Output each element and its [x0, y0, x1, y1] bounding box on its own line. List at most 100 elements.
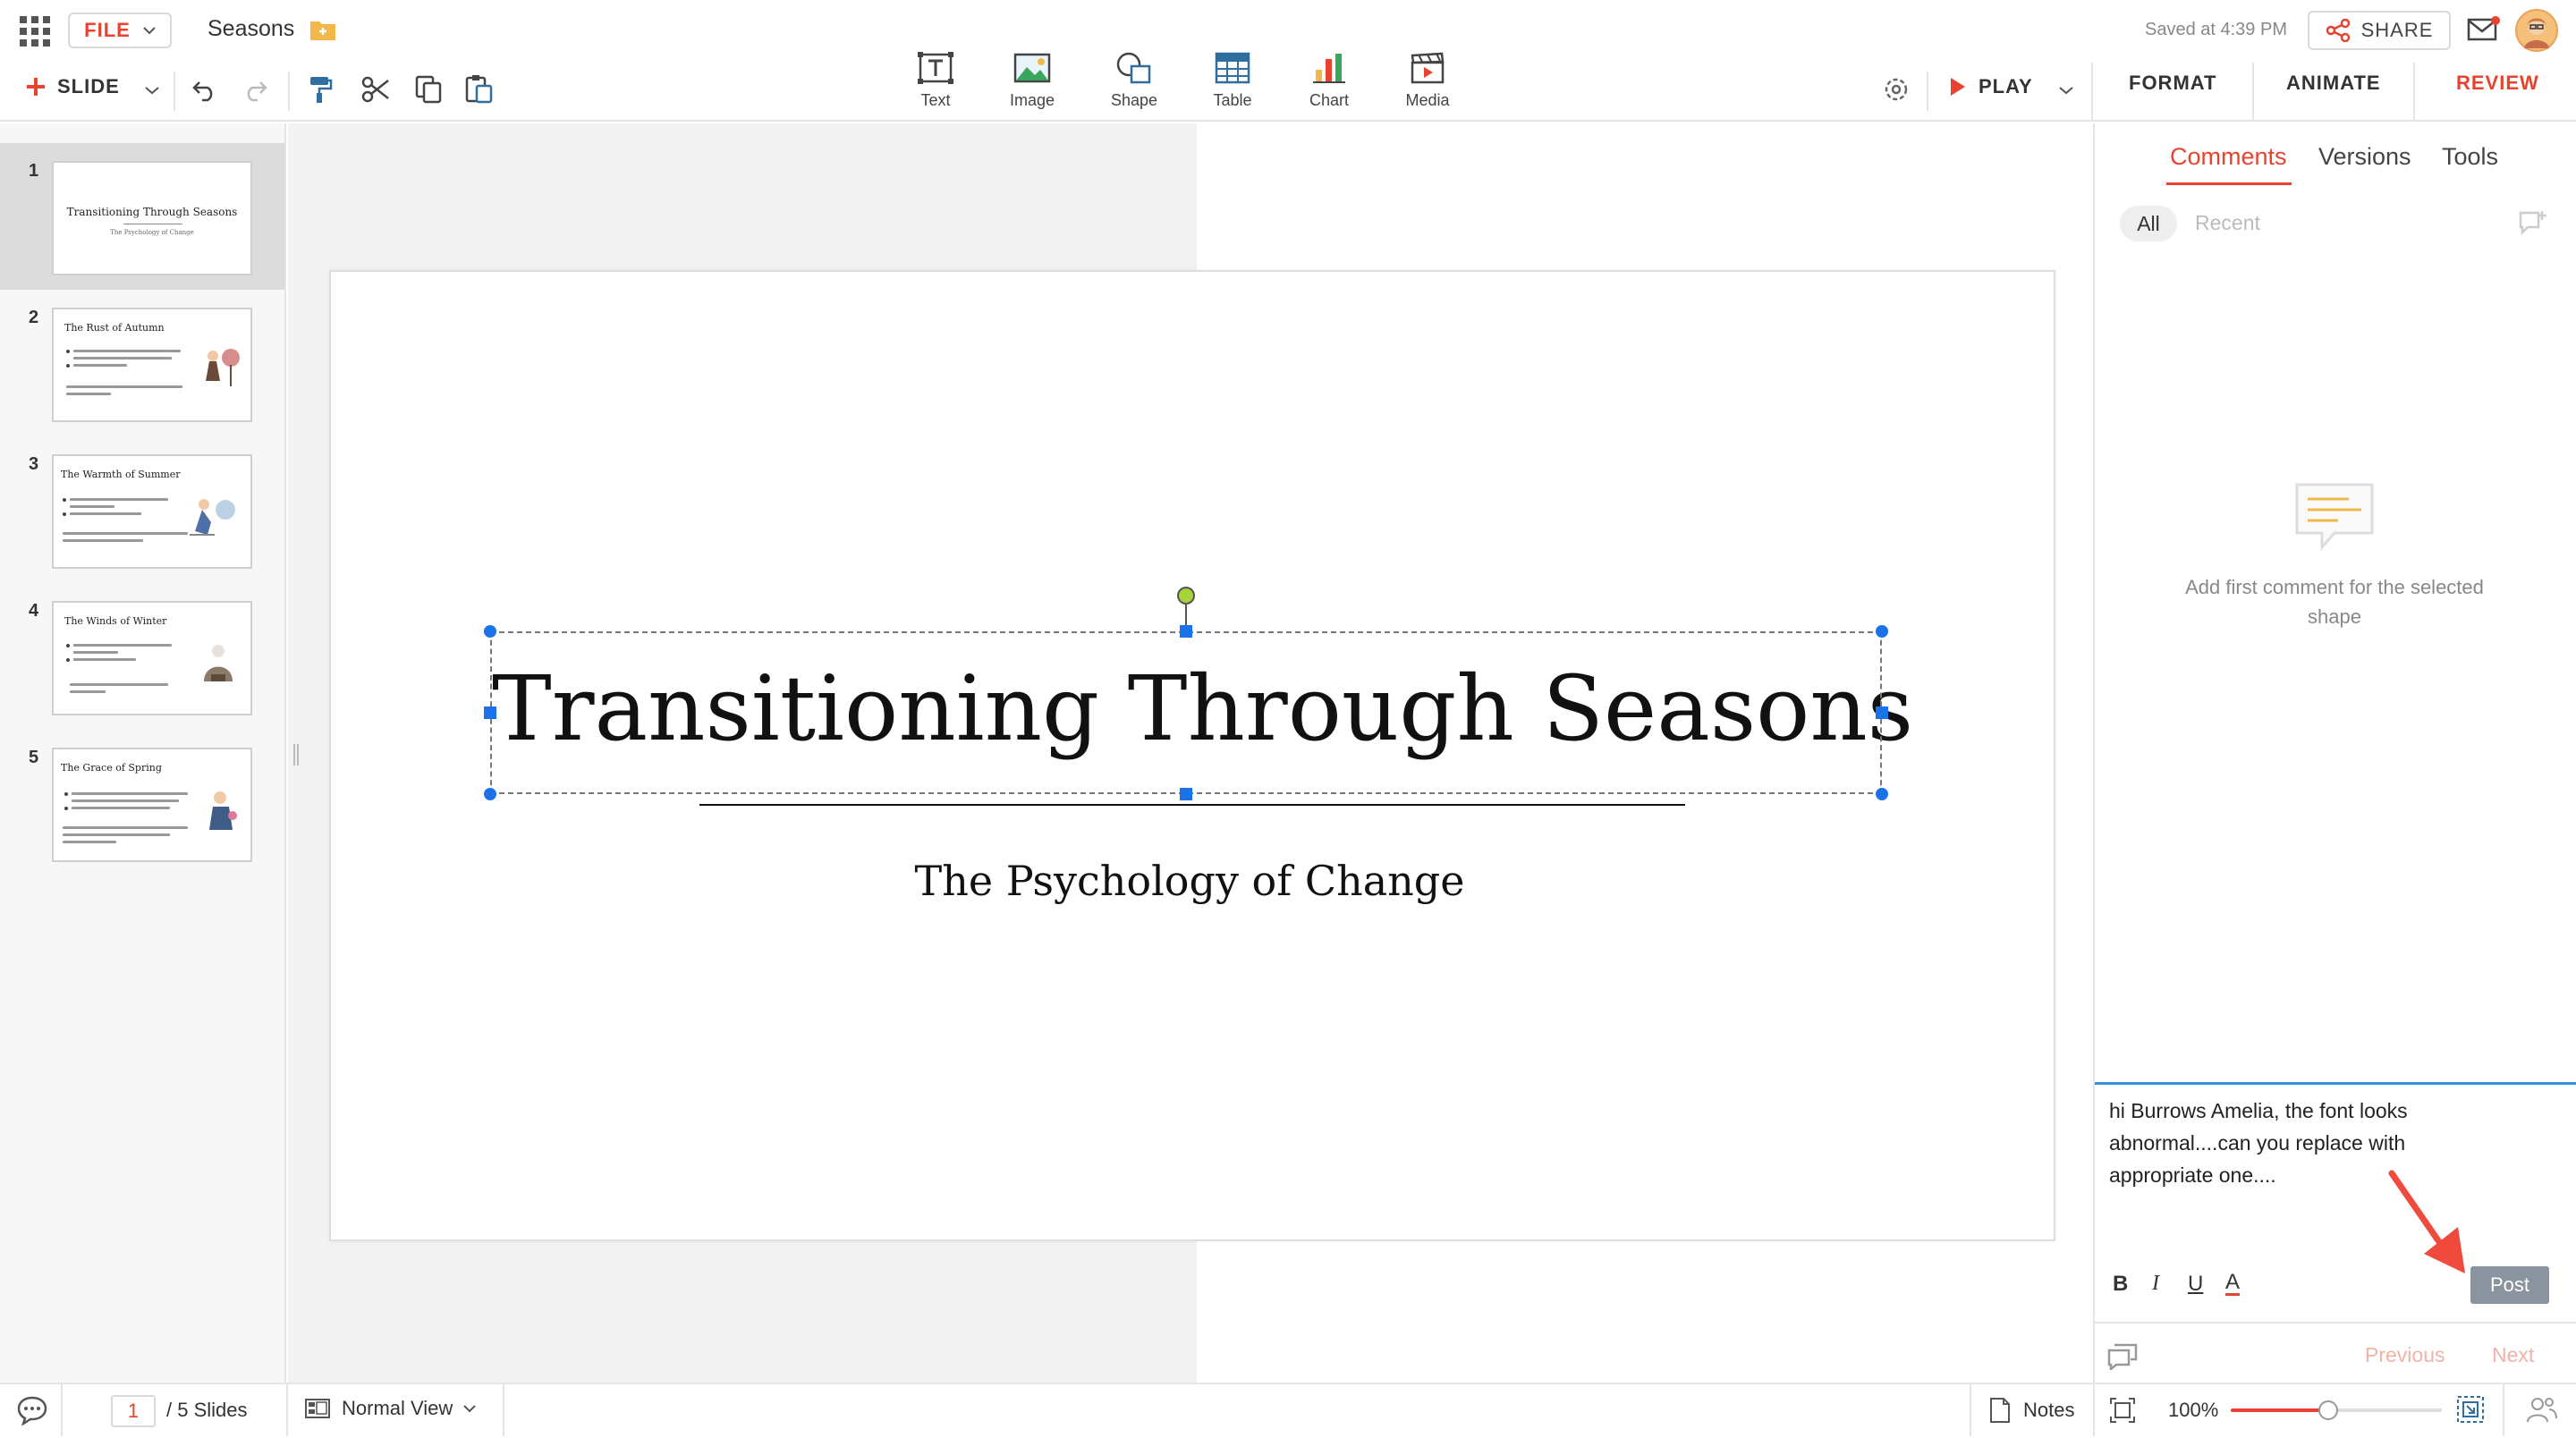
format-painter-icon[interactable]	[308, 75, 333, 104]
slide-options-chevron-icon[interactable]	[145, 86, 159, 95]
new-slide-button[interactable]: SLIDE	[25, 75, 120, 98]
document-title[interactable]: Seasons	[208, 16, 294, 42]
resize-handle-left[interactable]	[484, 706, 496, 719]
filter-all-button[interactable]: All	[2120, 206, 2177, 241]
folder-icon[interactable]	[309, 18, 336, 41]
view-mode-selector[interactable]: Normal View	[304, 1397, 477, 1420]
active-tab-indicator	[2166, 182, 2292, 185]
resize-handle-bottom[interactable]	[1180, 788, 1192, 800]
annotation-arrow-icon	[2386, 1168, 2472, 1279]
resize-handle-right[interactable]	[1876, 706, 1888, 719]
tab-animate[interactable]: ANIMATE	[2286, 72, 2381, 95]
next-comment-button[interactable]: Next	[2492, 1343, 2534, 1367]
resize-handle-bottom-left[interactable]	[484, 788, 496, 800]
tab-review[interactable]: REVIEW	[2456, 72, 2539, 95]
notes-button[interactable]: Notes	[1989, 1397, 2074, 1424]
panel-tab-versions[interactable]: Versions	[2318, 143, 2411, 171]
panel-tab-comments[interactable]: Comments	[2170, 143, 2287, 171]
current-page-input[interactable]: 1	[111, 1395, 156, 1427]
fit-to-screen-icon[interactable]	[2456, 1395, 2485, 1424]
play-label: PLAY	[1979, 75, 2033, 97]
insert-table-button[interactable]: Table	[1197, 52, 1268, 110]
insert-image-button[interactable]: Image	[996, 52, 1068, 110]
insert-shape-button[interactable]: Shape	[1098, 52, 1170, 110]
toolbar-divider	[1927, 72, 1928, 111]
slide-subtitle-text[interactable]: The Psychology of Change	[626, 857, 1753, 905]
panel-resize-handle[interactable]	[293, 744, 299, 766]
resize-handle-bottom-right[interactable]	[1876, 788, 1888, 800]
undo-icon[interactable]	[191, 77, 218, 102]
user-avatar[interactable]	[2515, 9, 2558, 52]
insert-chart-label: Chart	[1309, 91, 1349, 109]
empty-comments-message: Add first comment for the selected shape	[2185, 576, 2484, 628]
preview-bullet	[66, 658, 70, 662]
file-menu-button[interactable]: FILE	[68, 13, 172, 48]
resize-handle-top[interactable]	[1180, 625, 1192, 638]
paste-icon[interactable]	[465, 73, 494, 104]
slide-thumbnail-5[interactable]: 5 The Grace of Spring	[0, 730, 284, 876]
preview-text-line	[70, 498, 168, 501]
rotation-handle[interactable]	[1177, 587, 1195, 605]
preview-text-line	[73, 644, 172, 647]
status-divider	[1970, 1384, 1971, 1436]
slides-count: / 5 Slides	[166, 1399, 248, 1421]
play-options-chevron-icon[interactable]	[2059, 86, 2073, 95]
apps-grid-icon[interactable]	[20, 16, 50, 47]
add-comment-icon[interactable]	[2517, 207, 2549, 240]
notes-icon	[1989, 1397, 2011, 1424]
preview-text-line	[70, 690, 106, 693]
slide-preview: The Grace of Spring	[52, 748, 252, 862]
plus-icon	[25, 76, 47, 97]
redo-icon[interactable]	[242, 77, 268, 102]
resize-handle-top-right[interactable]	[1876, 625, 1888, 638]
play-button[interactable]: PLAY	[1950, 75, 2033, 98]
insert-text-button[interactable]: Text	[900, 52, 971, 110]
comment-thread-icon[interactable]	[2107, 1343, 2138, 1370]
post-comment-button[interactable]: Post	[2470, 1266, 2549, 1304]
media-icon	[1410, 52, 1445, 84]
play-icon	[1950, 77, 1966, 97]
preview-text-line	[63, 833, 170, 836]
preview-text-line	[63, 539, 143, 542]
underline-button[interactable]: U	[2188, 1272, 2203, 1297]
preview-text-line	[73, 651, 118, 654]
tab-format[interactable]: FORMAT	[2129, 72, 2216, 95]
slide-thumbnail-1[interactable]: 1 Transitioning Through Seasons The Psyc…	[0, 143, 284, 290]
image-icon	[1013, 52, 1051, 84]
slide-thumbnail-3[interactable]: 3 The Warmth of Summer	[0, 436, 284, 583]
tab-divider	[2252, 63, 2254, 122]
title-underline-rule[interactable]	[699, 804, 1685, 806]
zoom-level[interactable]: 100%	[2168, 1399, 2218, 1422]
cut-icon[interactable]	[361, 75, 390, 104]
copy-icon[interactable]	[415, 75, 442, 104]
fit-slide-icon[interactable]	[2109, 1397, 2136, 1424]
previous-comment-button[interactable]: Previous	[2365, 1343, 2445, 1367]
insert-chart-button[interactable]: Chart	[1293, 52, 1365, 110]
insert-shape-label: Shape	[1110, 91, 1158, 109]
italic-button[interactable]: I	[2152, 1272, 2159, 1296]
share-label: SHARE	[2360, 19, 2434, 41]
collaborators-icon[interactable]	[2526, 1395, 2558, 1424]
panel-tab-tools[interactable]: Tools	[2442, 143, 2498, 171]
toolbar-divider	[174, 72, 175, 111]
mail-notification-icon[interactable]	[2467, 14, 2501, 45]
slide-thumbnail-2[interactable]: 2 The Rust of Autumn	[0, 290, 284, 436]
slide-preview-title: The Grace of Spring	[61, 762, 162, 774]
bold-button[interactable]: B	[2113, 1272, 2128, 1297]
view-mode-label: Normal View	[342, 1397, 453, 1419]
slide-thumbnail-4[interactable]: 4 The Winds of Winter	[0, 583, 284, 730]
share-button[interactable]: SHARE	[2308, 11, 2451, 50]
insert-media-button[interactable]: Media	[1392, 52, 1463, 110]
chat-icon[interactable]	[16, 1395, 48, 1425]
summer-illustration	[190, 499, 235, 536]
resize-handle-top-left[interactable]	[484, 625, 496, 638]
preview-text-line	[73, 357, 172, 360]
status-divider	[503, 1384, 504, 1436]
font-color-button[interactable]: A	[2225, 1272, 2241, 1296]
slide-preview: The Winds of Winter	[52, 601, 252, 715]
preview-text-line	[70, 505, 114, 508]
preview-text-line	[66, 393, 111, 395]
filter-recent-button[interactable]: Recent	[2195, 211, 2260, 235]
zoom-slider-knob[interactable]	[2318, 1400, 2338, 1420]
settings-gear-icon[interactable]	[1882, 75, 1911, 104]
